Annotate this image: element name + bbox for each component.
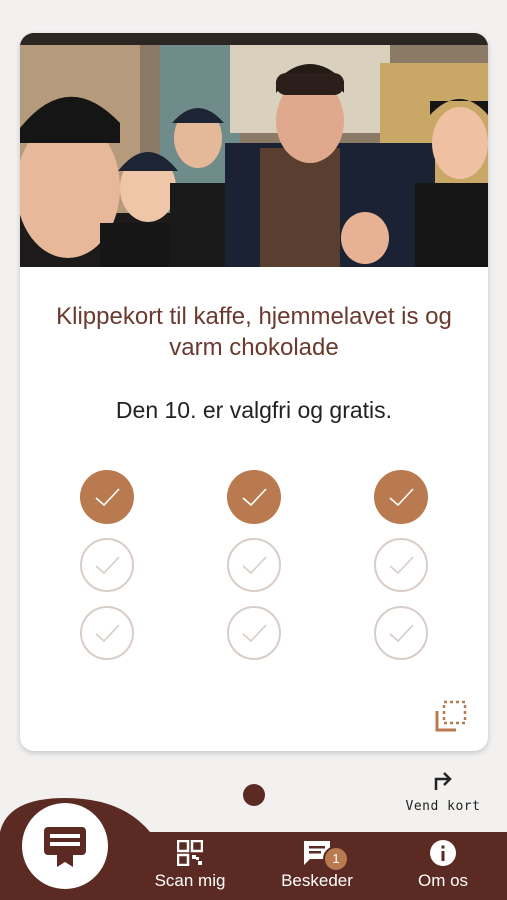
check-icon <box>95 488 120 507</box>
nav-about-label: Om os <box>417 871 469 890</box>
flip-label: Vend kort <box>405 799 481 814</box>
stamp-filled <box>227 470 281 524</box>
nav-messages[interactable]: 1 Besked​er <box>267 838 367 891</box>
check-icon <box>242 556 267 575</box>
check-icon <box>95 556 120 575</box>
nav-about[interactable]: Om os <box>393 838 493 891</box>
stamp-empty <box>227 538 281 592</box>
stamp-empty <box>374 538 428 592</box>
check-icon <box>242 488 267 507</box>
loyalty-card[interactable]: Klippekort til kaffe, hjemmelavet is og … <box>20 33 488 751</box>
stamp-empty <box>80 538 134 592</box>
check-icon <box>389 556 414 575</box>
check-icon <box>389 624 414 643</box>
stamp-empty <box>80 606 134 660</box>
card-icon <box>44 827 86 867</box>
nav-messages-label: Besked​er <box>281 871 353 890</box>
check-icon <box>95 624 120 643</box>
stamp-empty <box>374 606 428 660</box>
card-title: Klippekort til kaffe, hjemmelavet is og … <box>56 303 452 361</box>
check-icon <box>389 488 414 507</box>
staff-photo <box>20 33 488 267</box>
pager-dot[interactable] <box>243 784 265 806</box>
check-icon <box>242 624 267 643</box>
corner-icon[interactable] <box>434 699 468 733</box>
flip-arrow-icon <box>434 772 452 790</box>
nav-scan[interactable]: Scan mig <box>140 838 240 891</box>
card-subtitle: Den 10. er valgfri og gratis. <box>115 397 393 423</box>
flip-card-button[interactable]: Vend kort <box>398 766 488 814</box>
card-home-button[interactable] <box>22 803 108 889</box>
stamp-filled <box>80 470 134 524</box>
qr-code-icon <box>177 840 203 866</box>
stamp-empty <box>227 606 281 660</box>
stamp-filled <box>374 470 428 524</box>
info-icon <box>430 840 456 866</box>
nav-scan-label: Scan mig <box>154 871 226 890</box>
messages-badge: 1 <box>323 846 349 872</box>
